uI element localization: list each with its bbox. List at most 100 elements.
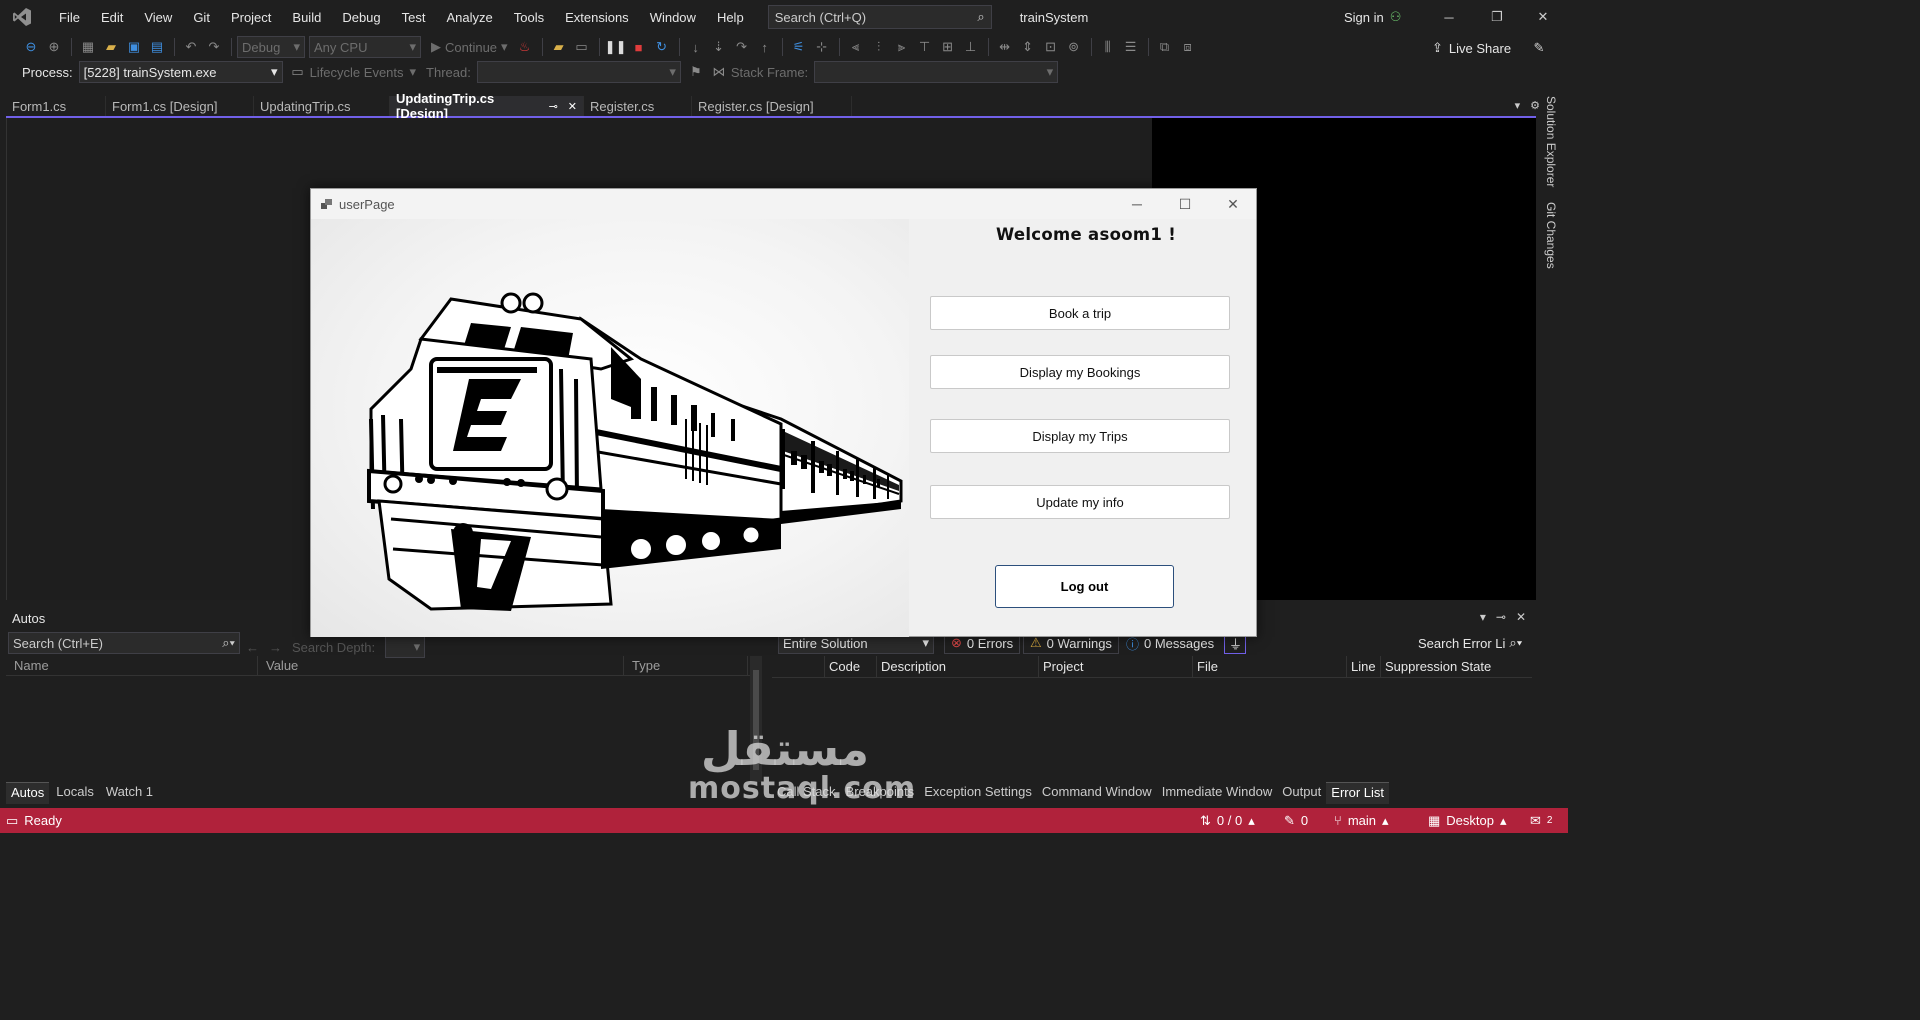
break-all-icon[interactable]: ❚❚ [605,37,627,57]
column-header-line[interactable]: Line [1346,656,1382,678]
horizontal-spacing-icon[interactable]: ⫼ [1097,37,1119,57]
side-tab-git-changes[interactable]: Git Changes [1544,202,1558,269]
continue-button[interactable]: ▶ Continue ▾ [431,39,508,55]
browser-link-icon[interactable]: ▭ [571,37,593,57]
bottom-tab-exception-settings[interactable]: Exception Settings [919,782,1037,804]
breakpoint-toggle-icon[interactable]: ⊹ [811,37,833,57]
bring-to-front-icon[interactable]: ⧉ [1154,37,1176,57]
side-tab-solution-explorer[interactable]: Solution Explorer [1544,96,1558,187]
form-maximize-icon[interactable]: ☐ [1161,189,1209,219]
step-out-icon[interactable]: ↑ [754,37,776,57]
menu-build[interactable]: Build [281,10,331,25]
status-pending-edits[interactable]: ✎ 0 [1284,808,1308,833]
autos-scrollbar[interactable] [750,656,762,782]
menu-git[interactable]: Git [182,10,220,25]
hot-reload-icon[interactable]: ♨ [514,37,536,57]
open-file-icon[interactable]: ▰ [100,37,122,57]
menu-extensions[interactable]: Extensions [554,10,639,25]
pin-icon[interactable]: ⊸ [549,100,558,113]
make-same-height-icon[interactable]: ⇕ [1017,37,1039,57]
bottom-tab-command-window[interactable]: Command Window [1037,782,1157,804]
tab-form1-cs[interactable]: Form1.cs [6,96,106,116]
bottom-tab-immediate-window[interactable]: Immediate Window [1157,782,1278,804]
status-branch[interactable]: ⑂ main ▴ [1334,808,1389,833]
menu-help[interactable]: Help [706,10,754,25]
bottom-tab-locals[interactable]: Locals [51,782,99,804]
solution-platform-select[interactable]: Any CPU ▾ [309,36,421,58]
column-header-suppression-state[interactable]: Suppression State [1380,656,1510,678]
restart-icon[interactable]: ↻ [651,37,673,57]
align-tops-icon[interactable]: ⊤ [914,37,936,57]
close-window-button[interactable]: ✕ [1520,0,1566,34]
solution-configuration-select[interactable]: Debug ▾ [237,36,305,58]
menu-edit[interactable]: Edit [90,10,133,25]
scrollbar-thumb[interactable] [753,670,759,770]
display-bookings-button[interactable]: Display my Bookings [930,355,1230,389]
global-search-input[interactable]: Search (Ctrl+Q) ⌕ [767,5,992,29]
tab-form1-design[interactable]: Form1.cs [Design] [106,96,254,116]
bottom-tab-autos[interactable]: Autos [6,782,50,804]
status-line-column[interactable]: ⇅ 0 / 0 ▴ [1200,808,1255,833]
feedback-icon[interactable]: ✎ [1528,38,1550,58]
stop-debugging-icon[interactable]: ■ [628,37,650,57]
menu-analyze[interactable]: Analyze [435,10,502,25]
column-header-value[interactable]: Value [258,656,624,676]
align-lefts-icon[interactable]: ⫷ [845,37,867,57]
save-all-icon[interactable]: ▤ [146,37,168,57]
menu-test[interactable]: Test [391,10,436,25]
new-project-icon[interactable]: ▦ [77,37,99,57]
navigate-forward-icon[interactable]: ⊕ [43,37,65,57]
search-back-icon[interactable]: ← [246,640,259,655]
display-trips-button[interactable]: Display my Trips [930,419,1230,453]
menu-view[interactable]: View [133,10,182,25]
restore-window-button[interactable]: ❐ [1474,0,1520,34]
show-next-statement-icon[interactable]: ↓ [685,37,707,57]
status-target[interactable]: ▦ Desktop ▴ [1428,808,1507,833]
column-header-name[interactable]: Name [6,656,258,676]
open-folder-icon[interactable]: ▰ [548,37,570,57]
vertical-spacing-icon[interactable]: ☰ [1120,37,1142,57]
tab-updatingtrip-cs[interactable]: UpdatingTrip.cs [254,96,390,116]
save-icon[interactable]: ▣ [123,37,145,57]
stack-frame-select[interactable]: ▾ [814,61,1059,83]
size-to-grid-icon[interactable]: ⊚ [1063,37,1085,57]
search-forward-icon[interactable]: → [269,640,282,655]
column-header-project[interactable]: Project [1038,656,1194,678]
make-same-size-icon[interactable]: ⊡ [1040,37,1062,57]
bottom-tab-breakpoints[interactable]: Breakpoints [841,782,920,804]
bottom-tab-watch1[interactable]: Watch 1 [101,782,158,804]
menu-project[interactable]: Project [220,10,281,25]
form-minimize-icon[interactable]: ─ [1113,189,1161,219]
navigate-back-icon[interactable]: ⊖ [20,37,42,57]
align-middles-icon[interactable]: ⊞ [937,37,959,57]
error-list-search-input[interactable]: Search Error Li ⌕▾ [1418,632,1532,654]
menu-tools[interactable]: Tools [503,10,554,25]
pane-dropdown-icon[interactable]: ▾ [1480,610,1486,624]
toggle-flag-icon[interactable]: ⚑ [685,62,707,82]
menu-debug[interactable]: Debug [331,10,390,25]
live-share-button[interactable]: ⇪ Live Share [1432,40,1511,56]
autos-search-input[interactable]: Search (Ctrl+E) ⌕▾ [8,632,240,654]
step-over-icon[interactable]: ↷ [731,37,753,57]
tab-register-cs[interactable]: Register.cs [584,96,692,116]
align-bottoms-icon[interactable]: ⊥ [960,37,982,57]
step-into-icon[interactable]: ⇣ [708,37,730,57]
process-select[interactable]: [5228] trainSystem.exe ▾ [78,61,283,83]
filter-threads-icon[interactable]: ⋈ [708,62,730,82]
search-depth-select[interactable]: ▾ [385,636,426,658]
bottom-tab-call-stack[interactable]: Call Stack [772,782,841,804]
make-same-width-icon[interactable]: ⇹ [994,37,1016,57]
form-close-icon[interactable]: ✕ [1209,189,1257,219]
column-header-file[interactable]: File [1192,656,1346,678]
redo-icon[interactable]: ↷ [203,37,225,57]
align-rights-icon[interactable]: ⫸ [891,37,913,57]
minimize-window-button[interactable]: ─ [1426,0,1472,34]
status-notifications[interactable]: ✉ 2 [1530,808,1552,833]
lifecycle-events-dropdown[interactable]: Lifecycle Events [310,65,404,80]
logout-button[interactable]: Log out [995,565,1174,608]
pin-pane-icon[interactable]: ⊸ [1496,610,1506,624]
bottom-tab-output[interactable]: Output [1277,782,1326,804]
column-header-description[interactable]: Description [876,656,1040,678]
tab-list-dropdown-icon[interactable]: ▾ [1515,99,1521,112]
thread-select[interactable]: ▾ [476,61,681,83]
